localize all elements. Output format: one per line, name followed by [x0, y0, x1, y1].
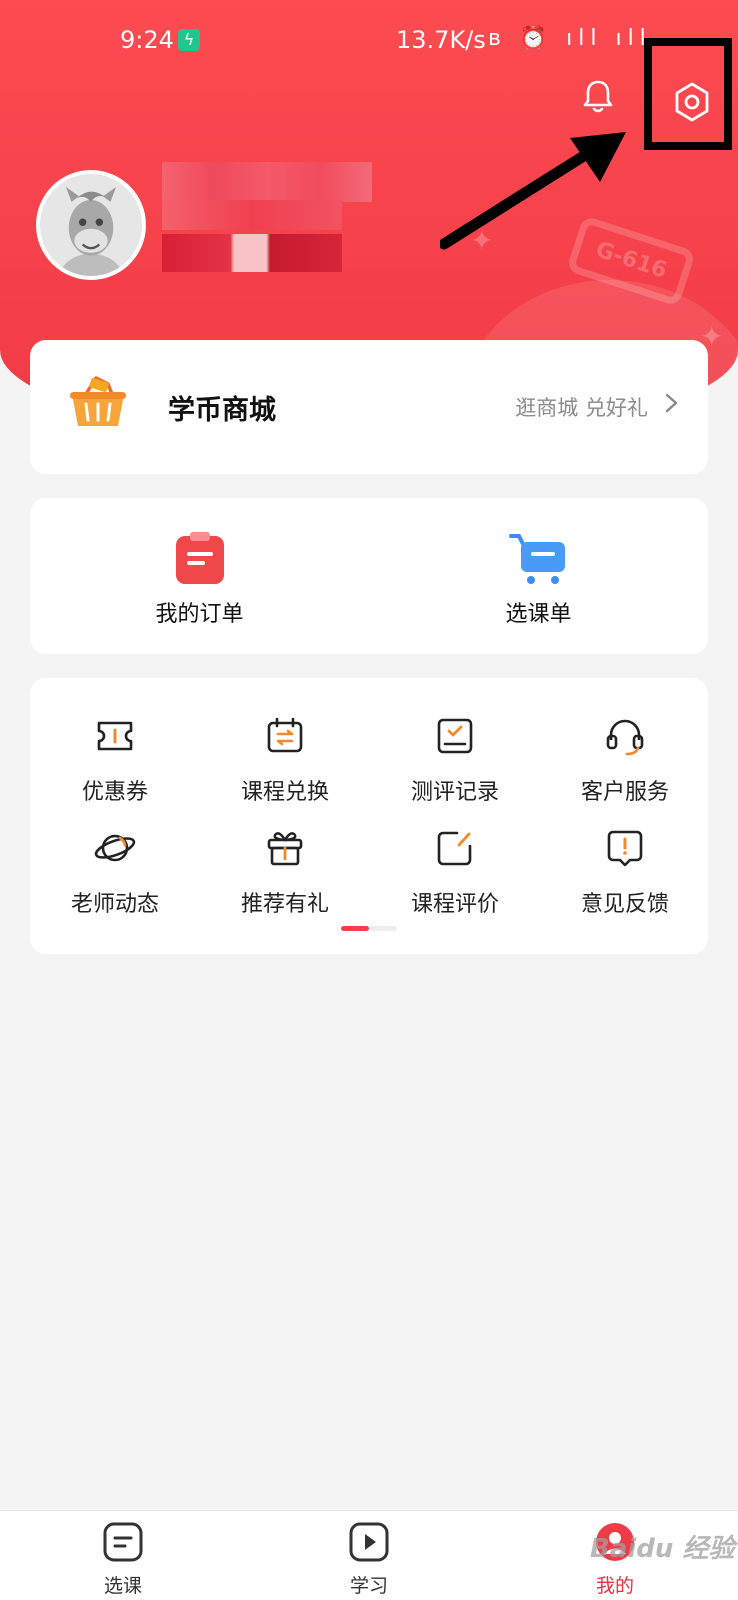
edit-icon — [437, 831, 472, 866]
course-cart-button[interactable]: 选课单 — [369, 498, 708, 654]
mall-title: 学币商城 — [168, 395, 276, 426]
assessment-icon — [437, 718, 473, 754]
exchange-icon — [267, 717, 303, 753]
tab-label: 我的 — [595, 1575, 634, 1597]
services-card: 优惠券 课程兑换 测评记录 客户服务 老师动态 推荐有礼 课程评价 意见反馈 — [30, 678, 708, 954]
watermark: Baidu 经验 — [590, 1534, 735, 1564]
tab-study[interactable]: 学习 — [246, 1511, 492, 1600]
tab-course-selection[interactable]: 选课 — [0, 1511, 246, 1600]
my-orders-button[interactable]: 我的订单 — [30, 498, 369, 654]
network-speed: 13.7K/s — [396, 26, 486, 54]
user-avatar[interactable] — [36, 170, 146, 280]
chevron-right-icon — [665, 393, 678, 413]
status-time: 9:24 — [120, 26, 174, 54]
planet-icon — [94, 834, 136, 862]
assessment-records-button[interactable]: 测评记录 — [370, 714, 540, 814]
user-id-redacted — [162, 234, 342, 272]
course-exchange-button[interactable]: 课程兑换 — [200, 714, 370, 814]
course-review-button[interactable]: 课程评价 — [370, 826, 540, 926]
tab-label: 选课 — [103, 1575, 142, 1597]
feedback-label: 意见反馈 — [580, 892, 669, 917]
tab-label: 学习 — [349, 1575, 388, 1597]
coupon-icon — [97, 721, 133, 751]
assessment-records-label: 测评记录 — [410, 780, 499, 805]
course-exchange-label: 课程兑换 — [240, 780, 329, 805]
annotation-arrow-icon — [440, 132, 626, 250]
horse-mascot-icon — [59, 186, 123, 276]
teacher-updates-button[interactable]: 老师动态 — [30, 826, 200, 926]
status-bar: 9:24 ϟ 13.7K/s ʙ ⏰ ıll ıll — [0, 20, 738, 60]
username-redacted — [162, 200, 342, 230]
teacher-updates-label: 老师动态 — [70, 892, 159, 917]
coin-mall-card[interactable]: 学币商城 逛商城 兑好礼 — [30, 340, 708, 474]
my-orders-label: 我的订单 — [155, 602, 244, 627]
username-redacted — [162, 162, 372, 202]
course-review-label: 课程评价 — [410, 892, 499, 917]
page-indicator — [341, 926, 397, 931]
orders-card: 我的订单 选课单 — [30, 498, 708, 654]
course-cart-label: 选课单 — [505, 602, 572, 627]
referral-rewards-label: 推荐有礼 — [240, 892, 329, 917]
page-dot-active — [341, 926, 369, 931]
customer-service-label: 客户服务 — [580, 780, 669, 805]
coupon-label: 优惠券 — [81, 780, 148, 805]
referral-rewards-button[interactable]: 推荐有礼 — [200, 826, 370, 926]
coupon-button[interactable]: 优惠券 — [30, 714, 200, 814]
bell-icon[interactable] — [578, 76, 618, 116]
charging-icon: ϟ — [178, 29, 200, 51]
shopping-basket-icon — [70, 376, 126, 426]
headset-icon — [606, 719, 644, 756]
customer-service-button[interactable]: 客户服务 — [540, 714, 710, 814]
mall-subtitle: 逛商城 兑好礼 — [515, 396, 648, 420]
order-clipboard-icon — [176, 532, 224, 584]
annotation-highlight-box — [644, 38, 732, 150]
page-dot — [369, 926, 397, 931]
status-icons: ʙ ⏰ ıll ıll — [488, 26, 652, 51]
feedback-button[interactable]: 意见反馈 — [540, 826, 710, 926]
cart-icon — [509, 534, 565, 584]
course-list-icon — [103, 1522, 143, 1562]
gift-icon — [267, 832, 303, 866]
play-icon — [349, 1522, 389, 1562]
feedback-icon — [607, 830, 643, 867]
